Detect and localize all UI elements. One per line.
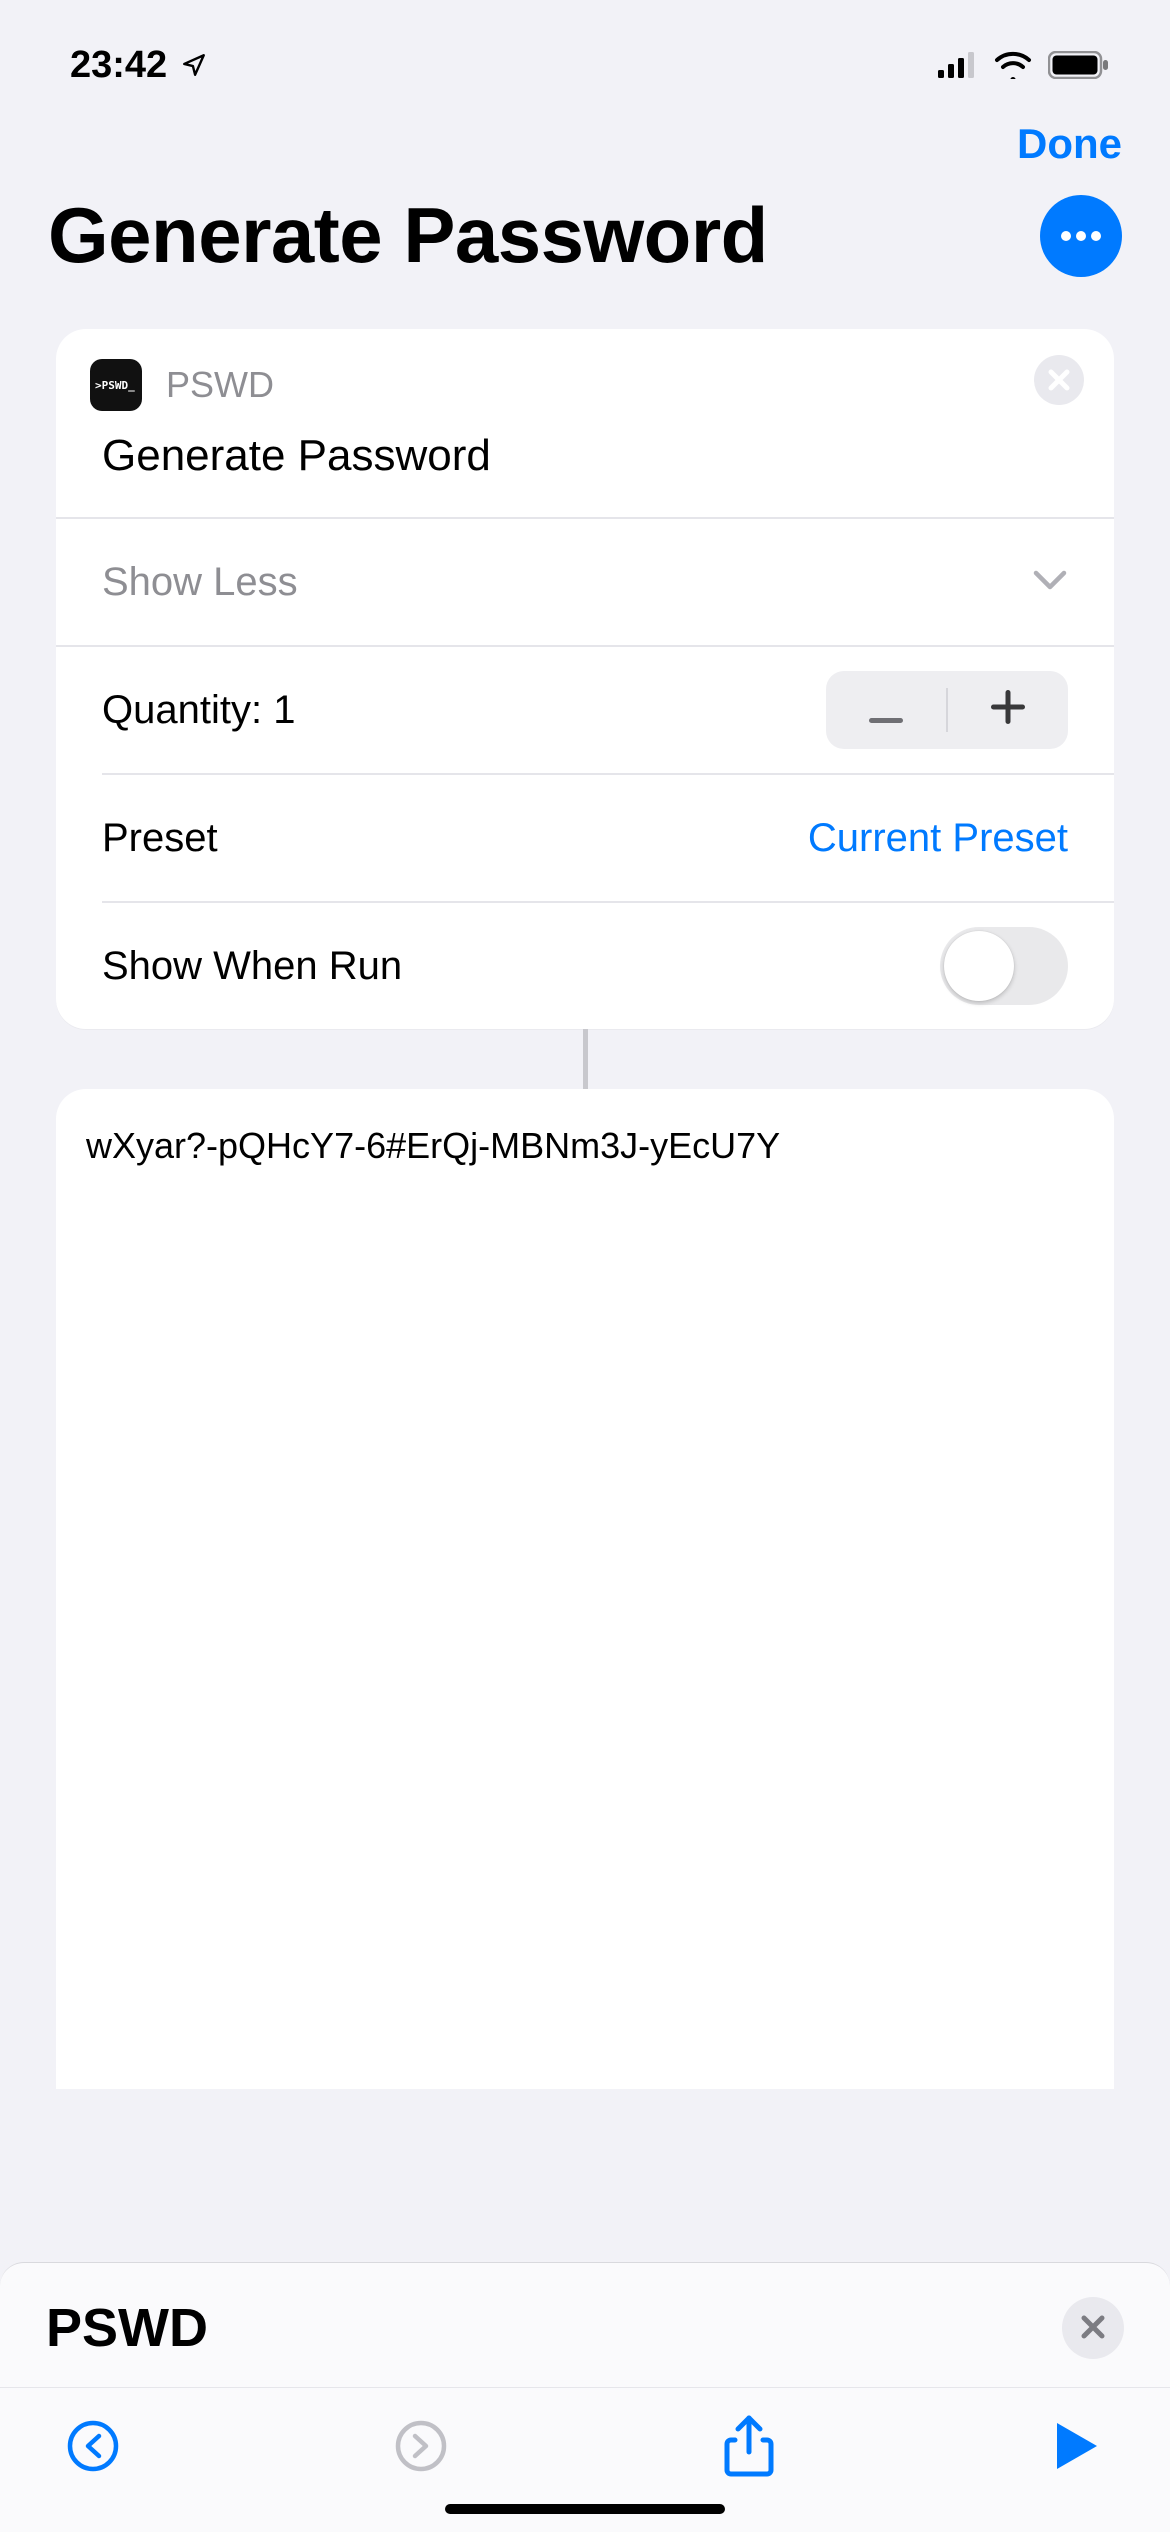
preset-value: Current Preset [808,816,1068,861]
nav-header: Done [0,110,1170,168]
preset-row[interactable]: Preset Current Preset [56,775,1114,901]
show-when-run-label: Show When Run [102,944,402,989]
location-icon [181,52,207,78]
status-right [938,51,1110,79]
action-card: >PSWD_ PSWD Generate Password Show Less … [56,329,1114,1029]
undo-button[interactable] [58,2412,128,2482]
stepper-increment-button[interactable] [948,671,1068,749]
cellular-signal-icon [938,52,978,78]
battery-icon [1048,51,1110,79]
show-less-label: Show Less [102,560,298,605]
preset-label: Preset [102,816,218,861]
run-button[interactable] [1042,2412,1112,2482]
title-row: Generate Password [0,168,1170,311]
flow-connector [583,1029,588,1089]
chevron-down-icon [1032,569,1068,596]
show-when-run-toggle[interactable] [940,927,1068,1005]
share-button[interactable] [714,2412,784,2482]
status-left: 23:42 [70,44,207,87]
action-card-header: >PSWD_ PSWD [56,329,1114,423]
redo-button[interactable] [386,2412,456,2482]
sheet-header: PSWD [0,2263,1170,2387]
app-name: PSWD [166,364,274,406]
show-when-run-row: Show When Run [56,903,1114,1029]
page-title: Generate Password [48,190,768,281]
wifi-icon [994,51,1032,79]
close-icon [1046,367,1072,393]
sheet-close-button[interactable] [1062,2297,1124,2359]
play-icon [1053,2419,1101,2476]
status-time: 23:42 [70,44,167,87]
show-less-row[interactable]: Show Less [56,519,1114,645]
quantity-label: Quantity: 1 [102,688,295,733]
home-indicator[interactable] [445,2504,725,2514]
minus-icon [869,685,903,735]
share-icon [722,2414,776,2481]
sheet-title: PSWD [46,2297,208,2359]
action-title[interactable]: Generate Password [56,423,1114,517]
ellipsis-icon [1060,230,1102,242]
stepper-decrement-button[interactable] [826,671,946,749]
redo-icon [394,2419,448,2476]
switch-knob [944,931,1014,1001]
quantity-stepper [826,671,1068,749]
output-text: wXyar?-pQHcY7-6#ErQj-MBNm3J-yEcU7Y [86,1125,780,1166]
output-card[interactable]: wXyar?-pQHcY7-6#ErQj-MBNm3J-yEcU7Y [56,1089,1114,2089]
quantity-row: Quantity: 1 [56,647,1114,773]
plus-icon [991,685,1025,735]
close-icon [1079,2313,1107,2344]
remove-action-button[interactable] [1034,355,1084,405]
status-bar: 23:42 [0,0,1170,110]
done-button[interactable]: Done [1017,120,1122,168]
more-button[interactable] [1040,195,1122,277]
app-icon: >PSWD_ [90,359,142,411]
app-icon-label: >PSWD_ [95,379,135,392]
undo-icon [66,2419,120,2476]
bottom-sheet: PSWD [0,2262,1170,2532]
